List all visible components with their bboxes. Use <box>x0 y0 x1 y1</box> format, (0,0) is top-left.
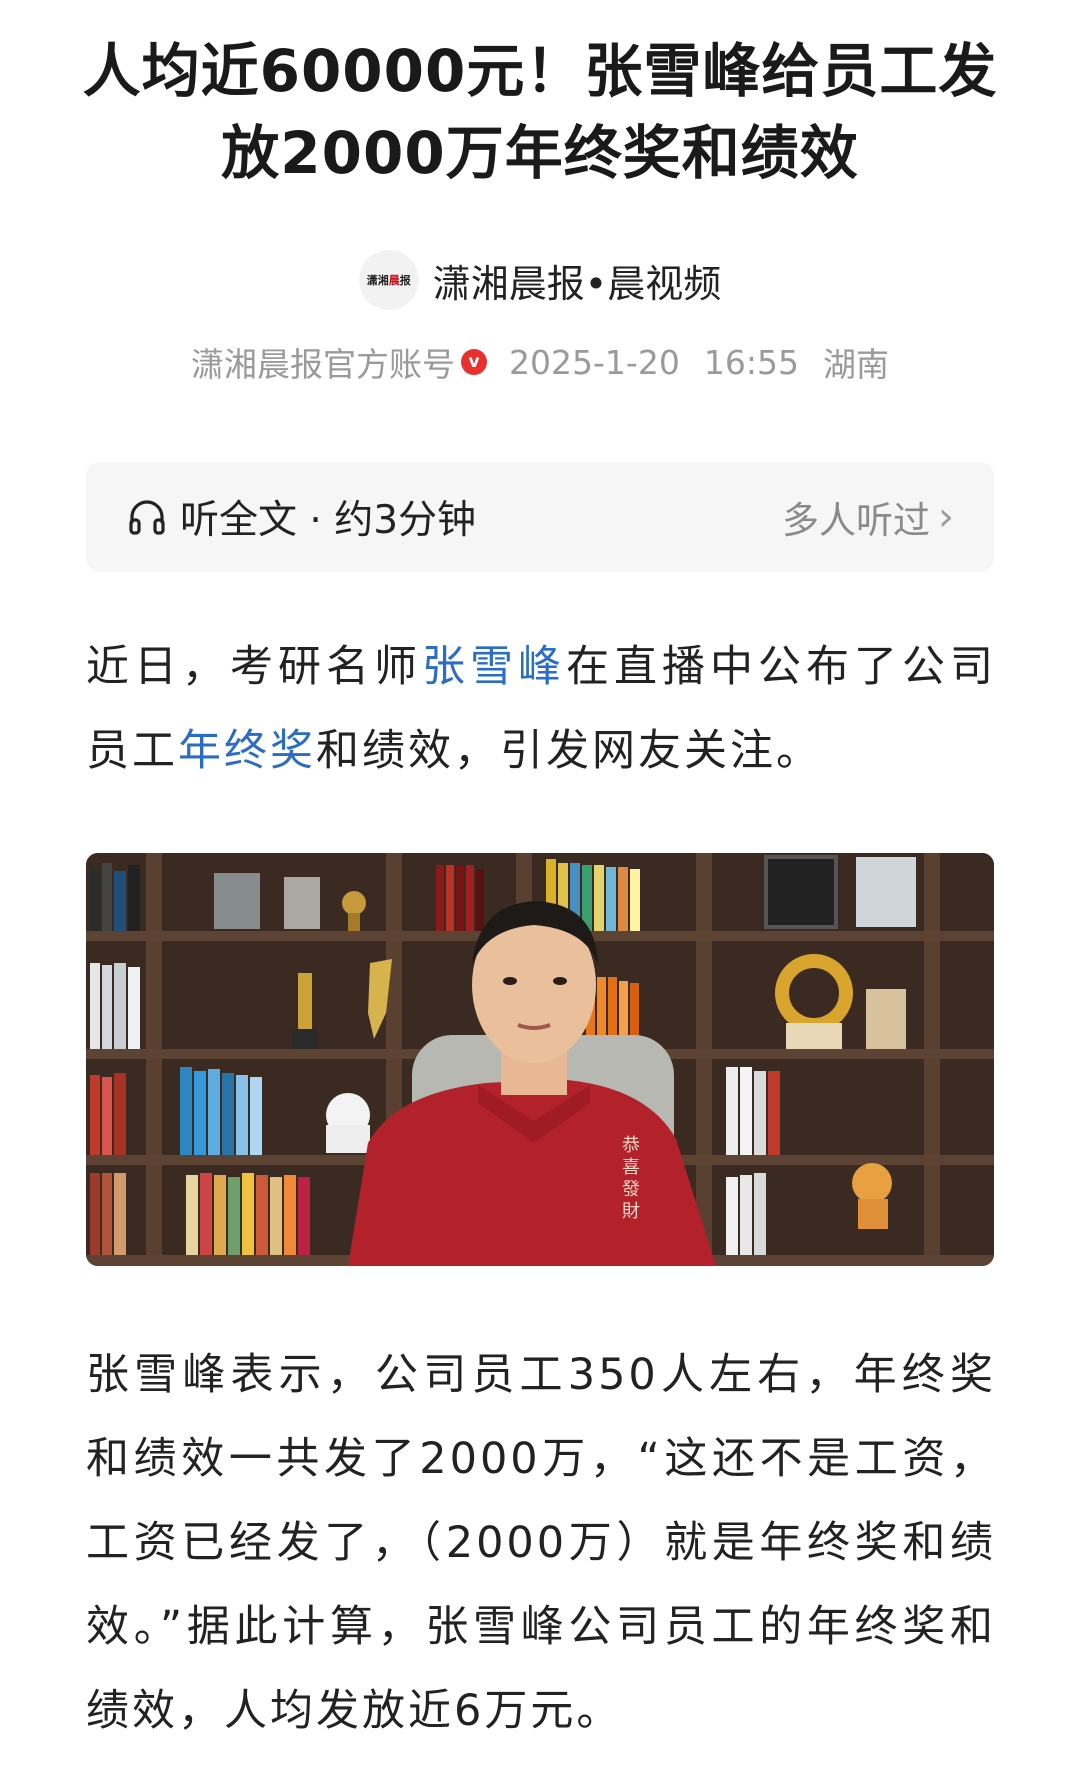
article-page: 人均近60000元！张雪峰给员工发 放2000万年终奖和绩效 潇湘晨报 潇湘晨报… <box>0 0 1080 1781</box>
paragraph-intro-text-3: 和绩效，引发网友关注。 <box>316 726 822 776</box>
verified-badge-icon: v <box>461 349 488 375</box>
title-line-2: 放2000万年终奖和绩效 <box>221 119 859 187</box>
source-name[interactable]: 潇湘晨报•晨视频 <box>433 253 721 308</box>
article-title: 人均近60000元！张雪峰给员工发 放2000万年终奖和绩效 <box>80 30 1000 194</box>
paragraph-detail: 张雪峰表示，公司员工350人左右，年终奖和绩效一共发了2000万，“这还不是工资… <box>86 1350 996 1736</box>
photo-illustration: 恭 喜 發 財 <box>86 853 994 1266</box>
jacket-lettering: 恭 喜 發 財 <box>622 1135 640 1222</box>
link-zhang-xuefeng[interactable]: 张雪峰 <box>422 642 566 692</box>
paragraph-intro: 近日，考研名师张雪峰在直播中公布了公司员工年终奖和绩效，引发网友关注。 <box>86 625 996 793</box>
svg-text:恭: 恭 <box>622 1135 640 1156</box>
article-photo[interactable]: 恭 喜 發 財 <box>86 853 994 1266</box>
publish-location: 湖南 <box>822 345 889 384</box>
headphones-icon <box>129 500 165 535</box>
svg-text:財: 財 <box>622 1201 640 1222</box>
link-year-end-bonus[interactable]: 年终奖 <box>178 726 316 776</box>
paragraph-intro-text-1: 近日，考研名师 <box>86 642 422 692</box>
listeners-info[interactable]: 多人听过 › <box>782 490 954 544</box>
account-label: 潇湘晨报官方账号 <box>191 345 456 384</box>
chevron-right-icon: › <box>938 494 954 540</box>
svg-text:喜: 喜 <box>622 1157 640 1178</box>
title-line-1: 人均近60000元！张雪峰给员工发 <box>82 37 998 105</box>
publish-time: 16:55 <box>703 342 799 382</box>
source-logo[interactable]: 潇湘晨报 <box>358 250 419 310</box>
listeners-label: 多人听过 <box>782 499 930 542</box>
svg-text:發: 發 <box>622 1179 640 1200</box>
source-logo-text: 潇湘晨报 <box>366 274 411 287</box>
source-row[interactable]: 潇湘晨报 潇湘晨报•晨视频 <box>0 250 1080 310</box>
publish-date: 2025-1-20 <box>509 342 680 382</box>
listen-left: 听全文 · 约3分钟 <box>126 489 476 545</box>
listen-label: 听全文 · 约3分钟 <box>180 498 477 543</box>
article-meta: 潇湘晨报官方账号 v 2025-1-20 16:55 湖南 <box>0 338 1080 386</box>
listen-full-text-bar[interactable]: 听全文 · 约3分钟 多人听过 › <box>86 462 994 572</box>
